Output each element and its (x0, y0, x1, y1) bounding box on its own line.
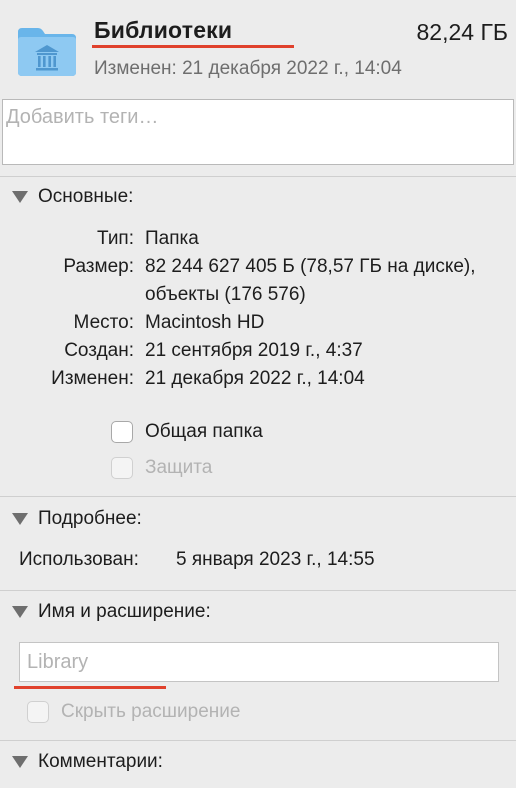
tags-input[interactable] (3, 100, 513, 135)
section-more-info-heading: Подробнее: (38, 508, 142, 529)
shared-folder-checkbox[interactable] (111, 421, 133, 443)
title-underline-mark (92, 45, 294, 48)
section-comments-toggle[interactable]: Комментарии: (12, 751, 163, 773)
last-opened-value: 5 января 2023 г., 14:55 (176, 549, 375, 570)
info-value: 82 244 627 405 Б (78,57 ГБ на диске), об… (145, 256, 476, 305)
info-label: Создан: (64, 340, 134, 361)
last-opened-label: Использован: (19, 549, 139, 570)
disclosure-triangle-icon[interactable] (12, 513, 28, 525)
locked-option: Защита (111, 457, 212, 479)
shared-folder-label: Общая папка (145, 421, 263, 442)
hide-extension-option: Скрыть расширение (27, 701, 240, 723)
separator (0, 496, 516, 497)
section-general-heading: Основные: (38, 186, 134, 207)
locked-checkbox (111, 457, 133, 479)
info-label: Изменен: (51, 368, 134, 389)
section-comments-heading: Комментарии: (38, 751, 163, 772)
name-underline-mark (14, 686, 166, 689)
disclosure-triangle-icon[interactable] (12, 606, 28, 618)
section-general-toggle[interactable]: Основные: (12, 186, 133, 208)
info-window: Библиотеки 82,24 ГБ Изменен: 21 декабря … (0, 0, 516, 788)
shared-folder-option[interactable]: Общая папка (111, 421, 263, 443)
separator (0, 590, 516, 591)
info-value: 21 сентября 2019 г., 4:37 (145, 340, 363, 361)
info-value: 21 декабря 2022 г., 14:04 (145, 368, 365, 389)
locked-label: Защита (145, 457, 213, 478)
name-field[interactable] (19, 642, 499, 682)
info-label: Тип: (97, 228, 134, 249)
info-value: Папка (145, 228, 199, 249)
section-name-extension-heading: Имя и расширение: (38, 601, 211, 622)
hide-extension-label: Скрыть расширение (61, 701, 241, 722)
hide-extension-checkbox (27, 701, 49, 723)
info-value: Macintosh HD (145, 312, 265, 333)
info-header: Библиотеки 82,24 ГБ Изменен: 21 декабря … (0, 0, 516, 92)
total-size: 82,24 ГБ (416, 19, 509, 45)
modified-date: Изменен: 21 декабря 2022 г., 14:04 (94, 58, 402, 79)
library-folder-icon (18, 28, 76, 76)
separator (0, 740, 516, 741)
separator (0, 176, 516, 177)
tags-field[interactable] (2, 99, 514, 165)
disclosure-triangle-icon[interactable] (12, 191, 28, 203)
section-name-extension-toggle[interactable]: Имя и расширение: (12, 601, 211, 623)
file-name-title: Библиотеки (94, 17, 233, 43)
info-label: Место: (73, 312, 134, 333)
info-label: Размер: (63, 256, 134, 277)
name-input[interactable] (20, 643, 498, 681)
disclosure-triangle-icon[interactable] (12, 756, 28, 768)
section-more-info-toggle[interactable]: Подробнее: (12, 508, 142, 530)
